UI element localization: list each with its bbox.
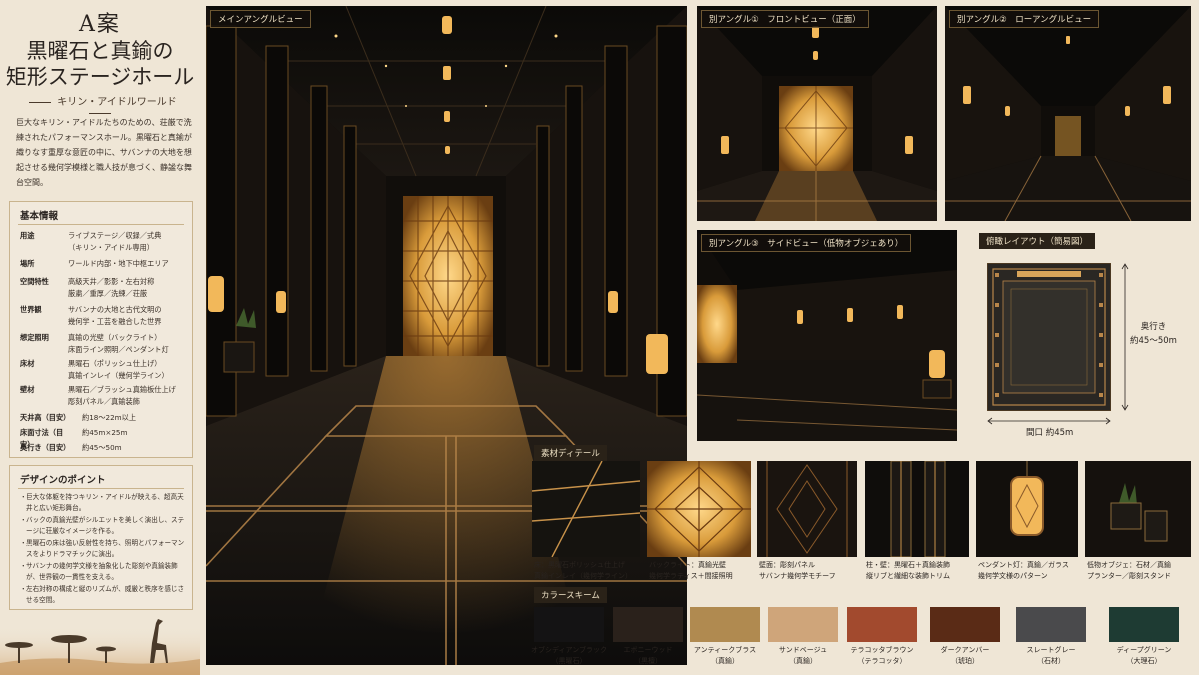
color-name: オブシディアンブラック （黒曜石） [530,646,608,665]
material-caption: 低物オブジェ：石材／真鍮 プランター／彫刻スタンド [1087,561,1171,580]
low-angle-render [945,6,1191,221]
color-swatch [847,607,917,642]
design-point: サバンナの幾何学文様を抽象化した彫刻や真鍮装飾が、世界観の一貫性を支える。 [20,561,190,583]
width-arrow [987,417,1111,425]
info-value: 高級天井／影影・左右対称 厳粛／重厚／洗練／荘厳 [68,277,155,298]
savanna-illustration [0,619,200,675]
info-key: 世界観 [20,305,42,314]
material-pendant-image [976,461,1078,557]
info-value: ライブステージ／収録／式典 （キリン・アイドル専用） [68,231,162,252]
info-key: 用途 [20,231,35,240]
dim-key: 天井高（目安） [20,413,71,422]
design-point: 巨大な体躯を持つキリン・アイドルが映える、超高天井と広い矩形舞台。 [20,492,190,514]
material-wall-panel-image [757,461,857,557]
intro-text: 巨大なキリン・アイドルたちのための、荘厳で洗練されたパフォーマンスホール。黒曜石… [16,118,192,187]
low-angle-view: 別アングル② ローアングルビュー [945,6,1191,221]
color-swatch [690,607,760,642]
info-value: 黒曜石／ブラッシュ真鍮板仕上げ 彫刻パネル／真鍮装飾 [68,385,176,406]
dim-key: 奥行き（目安） [20,443,71,452]
divider [18,224,184,225]
layout-plan-diagram [987,263,1111,411]
color-name: アンティークブラス （真鍮） [693,646,757,665]
info-value: 黒曜石（ポリッシュ仕上げ） 真鍮インレイ（幾何学ライン） [68,359,169,380]
info-key: 壁材 [20,385,35,394]
color-swatch [613,607,683,642]
page-title: A案 黒曜石と真鍮の 矩形ステージホール [0,12,200,90]
design-point: 左右対称の構成と縦のリズムが、威厳と秩序を感じさせる空間。 [20,584,190,606]
material-pillar-image [865,461,969,557]
material-caption: 柱・壁：黒曜石＋真鍮装飾 縦リブと繊細な装飾トリム [866,561,950,580]
color-name: テラコッタブラウン （テラコッタ） [850,646,914,665]
subtitle-text: キリン・アイドルワールド [57,97,177,108]
color-name: スレートグレー （石材） [1026,646,1076,665]
color-swatch [534,607,604,642]
material-caption: 壁面：彫刻パネル サバンナ幾何学モチーフ [759,561,836,580]
color-swatch [768,607,838,642]
dim-value: 約45〜50m [82,443,122,452]
divider [18,488,184,489]
design-point: 黒曜石の床は強い反射性を持ち、照明とパフォーマンスをよりドラマチックに演出。 [20,538,190,560]
title-line-3: 矩形ステージホール [5,65,195,89]
color-name: ディープグリーン （大理石） [1116,646,1172,665]
dim-value: 約18〜22m以上 [82,413,137,422]
sidebar: A案 黒曜石と真鍮の 矩形ステージホール キリン・アイドルワールド 巨大なキリン… [0,0,200,675]
side-view-label: 別アングル③ サイドビュー（低物オブジェあり） [701,234,912,252]
color-name: エボニーウッド （黒檀） [623,646,673,665]
side-view: 別アングル③ サイドビュー（低物オブジェあり） [697,230,957,441]
main-view-label: メインアングルビュー [210,10,311,28]
color-name: サンドベージュ （真鍮） [778,646,828,665]
front-view: 別アングル① フロントビュー（正面） [697,6,937,221]
color-name: ダークアンバー （琥珀） [940,646,990,665]
depth-label-value: 約45〜50m [1130,336,1177,346]
dim-value: 約45m×25m [82,428,128,437]
front-view-render [697,6,937,221]
color-scheme-label: カラースキーム [534,587,607,603]
material-floor-image [532,461,640,557]
info-value: 真鍮の光壁（バックライト） 床面ライン照明／ペンダント灯 [68,333,169,354]
info-key: 想定照明 [20,333,49,342]
info-key: 場所 [20,259,35,268]
design-points-box: デザインのポイント 巨大な体躯を持つキリン・アイドルが映える、超高天井と広い矩形… [9,465,193,610]
material-detail-label: 素材ディテール [534,445,607,461]
info-value: ワールド内部・地下中枢エリア [68,259,169,268]
info-box-title: 基本情報 [20,211,59,222]
info-box: 基本情報 用途 ライブステージ／収録／式典 （キリン・アイドル専用） 場所 ワールド… [9,201,193,458]
info-value: サバンナの大地と古代文明の 幾何学・工芸を融合した世界 [68,305,162,326]
layout-plan-label: 俯瞰レイアウト（簡易図） [979,233,1096,249]
material-caption: ペンダント灯：真鍮／ガラス 幾何学文様のパターン [978,561,1069,580]
design-points-title: デザインのポイント [20,475,106,486]
front-view-label: 別アングル① フロントビュー（正面） [701,10,869,28]
depth-label-title: 奥行き [1140,322,1167,332]
color-swatch [930,607,1000,642]
color-swatch [1109,607,1179,642]
side-view-render [697,230,957,441]
material-backlight-image [647,461,751,557]
material-caption: 床：黒曜石ポリッシュ仕上げ 真鍮インレイ（幾何学ライン） [534,561,632,580]
material-caption: バックライト：真鍮光壁 幾何学ラティス＋間接照明 [649,561,733,580]
title-line-2: 黒曜石と真鍮の [26,39,174,63]
color-swatch [1016,607,1086,642]
depth-label: 奥行き 約45〜50m [1130,320,1177,348]
material-object-image [1085,461,1191,557]
design-point: バックの真鍮光壁がシルエットを美しく演出し、ステージに荘厳なイメージを作る。 [20,515,190,537]
info-key: 空間特性 [20,277,49,286]
low-view-label: 別アングル② ローアングルビュー [949,10,1100,28]
width-label: 間口 約45m [1026,428,1074,438]
info-key: 床材 [20,359,35,368]
title-line-1: A案 [79,12,121,37]
